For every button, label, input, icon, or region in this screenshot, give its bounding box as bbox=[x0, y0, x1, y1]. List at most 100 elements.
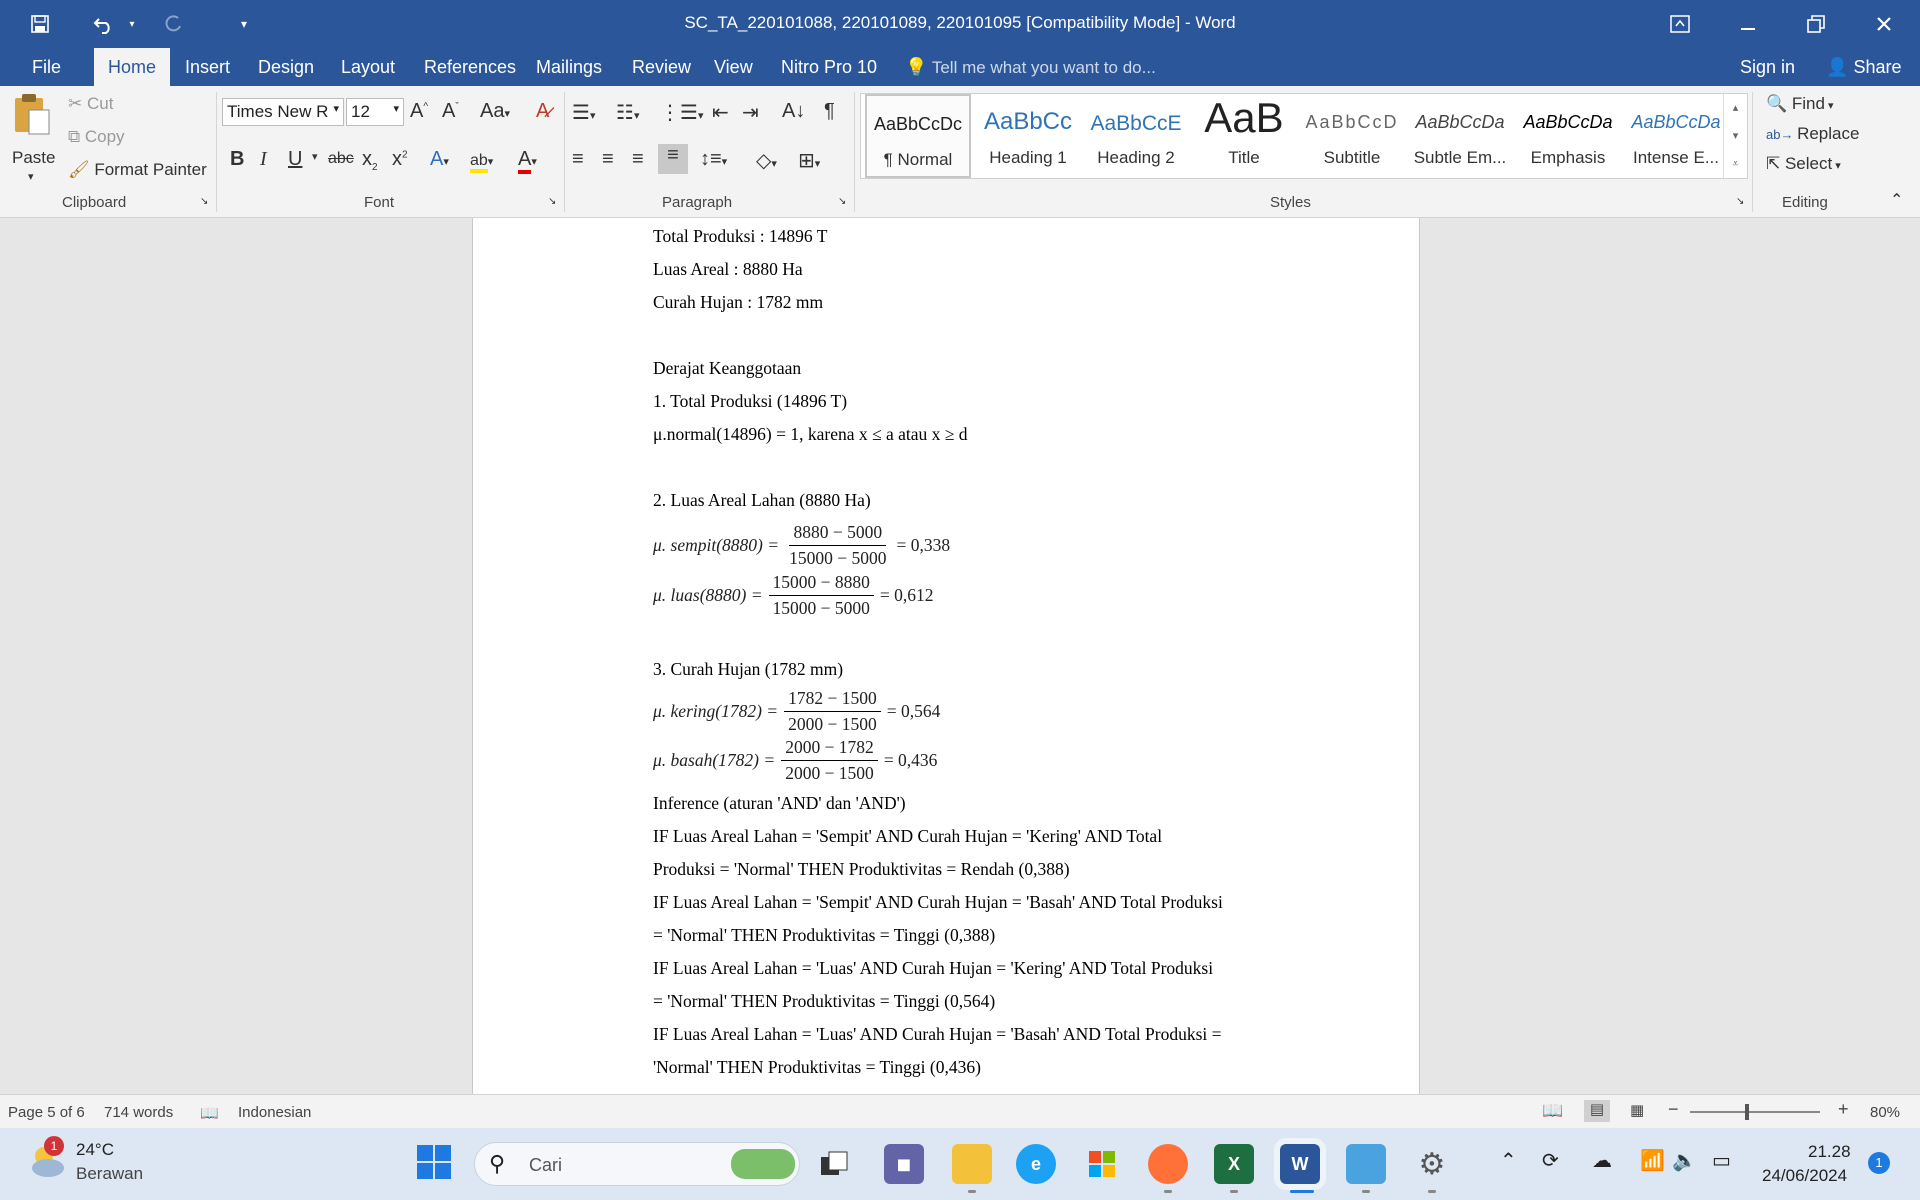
chevron-up-icon[interactable]: ▴ bbox=[1724, 94, 1747, 122]
strikethrough-button[interactable]: abc bbox=[328, 150, 354, 168]
numbering-icon[interactable]: ☷▾ bbox=[616, 100, 639, 125]
settings-gear-icon[interactable]: ⚙ bbox=[1412, 1144, 1452, 1184]
teams-chat-icon[interactable]: ◼ bbox=[884, 1144, 924, 1184]
share-button[interactable]: 👤 Share bbox=[1814, 48, 1913, 86]
clipboard-launcher-icon[interactable]: ↘ bbox=[200, 196, 208, 207]
line-spacing-icon[interactable]: ↕≡▾ bbox=[700, 148, 727, 171]
justify-icon[interactable]: ≡ bbox=[658, 144, 688, 174]
close-icon[interactable] bbox=[1862, 8, 1906, 40]
sign-in-link[interactable]: Sign in bbox=[1728, 48, 1807, 86]
restore-icon[interactable] bbox=[1794, 8, 1838, 40]
read-mode-icon[interactable]: 📖 bbox=[1542, 1101, 1563, 1121]
clock-time[interactable]: 21.28 bbox=[1808, 1142, 1851, 1162]
font-color-icon[interactable]: A▾ bbox=[518, 148, 537, 174]
tab-file[interactable]: File bbox=[20, 48, 73, 86]
find-button[interactable]: 🔍 Find ▾ bbox=[1766, 94, 1834, 114]
tab-layout[interactable]: Layout bbox=[329, 48, 407, 86]
file-explorer-icon[interactable] bbox=[952, 1144, 992, 1184]
volume-icon[interactable]: 🔈 bbox=[1672, 1148, 1697, 1173]
bold-button[interactable]: B bbox=[230, 148, 244, 171]
sort-icon[interactable]: A↓ bbox=[782, 100, 805, 123]
underline-button[interactable]: U bbox=[288, 148, 302, 171]
battery-icon[interactable]: ▭ bbox=[1712, 1148, 1731, 1173]
underline-dropdown-icon[interactable]: ▾ bbox=[312, 150, 318, 163]
replace-button[interactable]: ab→ Replace bbox=[1766, 124, 1859, 144]
windows-start-icon[interactable] bbox=[416, 1144, 456, 1184]
zoom-slider[interactable] bbox=[1690, 1104, 1820, 1120]
grow-font-icon[interactable]: A^ bbox=[410, 100, 428, 123]
language-indicator[interactable]: Indonesian bbox=[238, 1104, 311, 1121]
tab-nitro-pro[interactable]: Nitro Pro 10 bbox=[769, 48, 889, 86]
microsoft-store-icon[interactable] bbox=[1082, 1144, 1122, 1184]
tab-view[interactable]: View bbox=[702, 48, 765, 86]
paste-button[interactable]: Paste ▾ bbox=[12, 92, 58, 202]
highlight-icon[interactable]: ab▾ bbox=[470, 148, 493, 173]
taskbar-search[interactable]: ⚲ Cari bbox=[474, 1142, 800, 1186]
style-heading-2[interactable]: AaBbCcE Heading 2 bbox=[1083, 94, 1189, 178]
proofing-icon[interactable]: 📖 bbox=[200, 1104, 219, 1122]
weather-description[interactable]: Berawan bbox=[76, 1164, 143, 1184]
align-left-icon[interactable]: ≡ bbox=[572, 148, 584, 171]
style-intense-emphasis[interactable]: AaBbCcDa Intense E... bbox=[1623, 94, 1729, 178]
text-effects-icon[interactable]: A▾ bbox=[430, 148, 449, 171]
multilevel-list-icon[interactable]: ⋮☰▾ bbox=[660, 100, 703, 125]
weather-temperature[interactable]: 24°C bbox=[76, 1140, 114, 1160]
font-name-combo[interactable]: Times New R ▾ bbox=[222, 98, 344, 126]
styles-scroll[interactable]: ▴ ▾ ⩡ bbox=[1723, 94, 1747, 178]
zoom-level[interactable]: 80% bbox=[1870, 1104, 1900, 1121]
tab-review[interactable]: Review bbox=[620, 48, 703, 86]
clock-date[interactable]: 24/06/2024 bbox=[1762, 1166, 1847, 1186]
tab-home[interactable]: Home bbox=[94, 48, 170, 86]
subscript-icon[interactable]: x2 bbox=[362, 148, 378, 173]
page-indicator[interactable]: Page 5 of 6 bbox=[8, 1104, 85, 1121]
control-panel-icon[interactable] bbox=[1346, 1144, 1386, 1184]
cut-button[interactable]: ✂ Cut bbox=[68, 94, 113, 114]
align-right-icon[interactable]: ≡ bbox=[632, 148, 644, 171]
font-size-combo[interactable]: 12 ▾ bbox=[346, 98, 404, 126]
tab-references[interactable]: References bbox=[412, 48, 528, 86]
align-center-icon[interactable]: ≡ bbox=[602, 148, 614, 171]
styles-launcher-icon[interactable]: ↘ bbox=[1736, 196, 1744, 207]
weather-widget[interactable]: 1 bbox=[26, 1136, 70, 1184]
increase-indent-icon[interactable]: ⇥ bbox=[742, 100, 759, 125]
font-launcher-icon[interactable]: ↘ bbox=[548, 196, 556, 207]
style-normal[interactable]: AaBbCcDc ¶ Normal bbox=[865, 94, 971, 178]
tab-insert[interactable]: Insert bbox=[173, 48, 242, 86]
more-styles-icon[interactable]: ⩡ bbox=[1724, 150, 1747, 178]
edge-browser-icon[interactable]: e bbox=[1016, 1144, 1056, 1184]
change-case-icon[interactable]: Aa▾ bbox=[480, 100, 510, 123]
document-area[interactable]: Total Produksi : 14896 T Luas Areal : 88… bbox=[0, 218, 1920, 1094]
excel-icon[interactable]: X bbox=[1214, 1144, 1254, 1184]
style-emphasis[interactable]: AaBbCcDa Emphasis bbox=[1515, 94, 1621, 178]
notification-count-badge[interactable]: 1 bbox=[1868, 1152, 1890, 1174]
decrease-indent-icon[interactable]: ⇤ bbox=[712, 100, 729, 125]
format-painter-button[interactable]: 🖌 Format Painter bbox=[68, 160, 207, 180]
zoom-slider-thumb[interactable] bbox=[1745, 1104, 1750, 1120]
minimize-icon[interactable] bbox=[1726, 8, 1770, 40]
show-formatting-marks-icon[interactable]: ¶ bbox=[824, 100, 835, 123]
tab-mailings[interactable]: Mailings bbox=[524, 48, 614, 86]
document-page[interactable]: Total Produksi : 14896 T Luas Areal : 88… bbox=[472, 218, 1420, 1094]
sync-icon[interactable]: ⟳ bbox=[1542, 1148, 1559, 1173]
word-icon[interactable]: W bbox=[1280, 1144, 1320, 1184]
italic-button[interactable]: I bbox=[260, 148, 267, 171]
show-hidden-icons-icon[interactable]: ⌃ bbox=[1500, 1148, 1517, 1173]
superscript-icon[interactable]: x2 bbox=[392, 148, 408, 171]
web-layout-icon[interactable]: ▦ bbox=[1630, 1101, 1644, 1119]
borders-icon[interactable]: ⊞▾ bbox=[798, 148, 820, 173]
zoom-out-icon[interactable]: − bbox=[1668, 1099, 1679, 1120]
chevron-down-icon[interactable]: ▾ bbox=[1724, 122, 1747, 150]
bullets-icon[interactable]: ☰▾ bbox=[572, 100, 595, 125]
zoom-in-icon[interactable]: + bbox=[1838, 1099, 1849, 1120]
ribbon-display-options-icon[interactable] bbox=[1662, 8, 1698, 40]
collapse-ribbon-icon[interactable]: ⌃ bbox=[1890, 190, 1903, 210]
style-heading-1[interactable]: AaBbCc Heading 1 bbox=[975, 94, 1081, 178]
shading-icon[interactable]: ◇▾ bbox=[756, 148, 777, 173]
style-subtitle[interactable]: AaBbCcD Subtitle bbox=[1299, 94, 1405, 178]
copy-button[interactable]: ⧉ Copy bbox=[68, 127, 125, 147]
tab-design[interactable]: Design bbox=[246, 48, 326, 86]
style-subtle-emphasis[interactable]: AaBbCcDa Subtle Em... bbox=[1407, 94, 1513, 178]
clear-formatting-icon[interactable]: A̷ bbox=[536, 100, 549, 123]
task-view-icon[interactable] bbox=[814, 1144, 854, 1184]
print-layout-icon[interactable]: ▤ bbox=[1584, 1100, 1610, 1122]
